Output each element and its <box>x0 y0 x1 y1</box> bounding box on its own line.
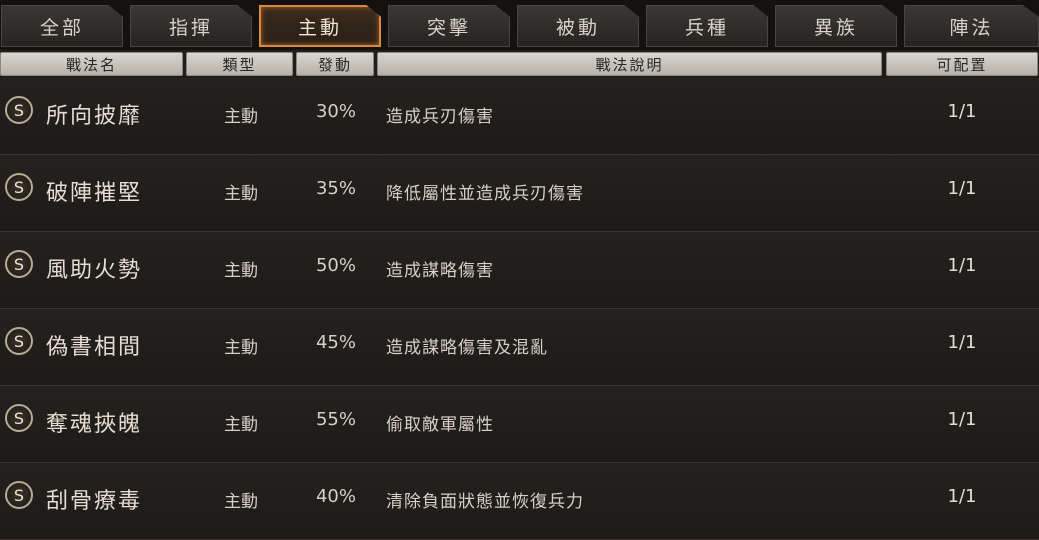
tactic-description: 清除負面狀態並恢復兵力 <box>386 492 584 512</box>
tab-command[interactable]: 指揮 <box>130 5 252 47</box>
tactic-description: 造成謀略傷害 <box>386 261 494 281</box>
tactic-rate: 40% <box>315 486 356 507</box>
header-count[interactable]: 可配置 <box>886 52 1038 76</box>
header-rate[interactable]: 發動 <box>296 52 374 76</box>
grade-s-icon: S <box>5 250 33 278</box>
tactics-list: S 所向披靡 主動 30% 造成兵刃傷害 1/1 S 破陣摧堅 主動 35% 降… <box>0 78 1039 540</box>
tactic-count: 1/1 <box>947 178 977 199</box>
tactic-rate: 50% <box>315 255 356 276</box>
tactic-type: 主動 <box>224 261 258 281</box>
tactic-name: 破陣摧堅 <box>46 181 143 206</box>
table-row[interactable]: S 所向披靡 主動 30% 造成兵刃傷害 1/1 <box>0 78 1039 155</box>
tab-active[interactable]: 主動 <box>259 5 381 47</box>
tactic-name: 所向披靡 <box>46 104 143 129</box>
tactic-type: 主動 <box>224 415 258 435</box>
tactic-description: 降低屬性並造成兵刃傷害 <box>386 184 584 204</box>
tactic-name: 刮骨療毒 <box>46 489 143 514</box>
tactic-description: 造成兵刃傷害 <box>386 107 494 127</box>
table-row[interactable]: S 破陣摧堅 主動 35% 降低屬性並造成兵刃傷害 1/1 <box>0 155 1039 232</box>
grade-s-icon: S <box>5 173 33 201</box>
tactic-count: 1/1 <box>947 332 977 353</box>
table-row[interactable]: S 風助火勢 主動 50% 造成謀略傷害 1/1 <box>0 232 1039 309</box>
tactic-count: 1/1 <box>947 409 977 430</box>
grade-s-icon: S <box>5 327 33 355</box>
tab-formation[interactable]: 陣法 <box>904 5 1039 47</box>
tab-assault[interactable]: 突擊 <box>388 5 510 47</box>
table-row[interactable]: S 刮骨療毒 主動 40% 清除負面狀態並恢復兵力 1/1 <box>0 463 1039 540</box>
tactic-count: 1/1 <box>947 101 977 122</box>
tab-all[interactable]: 全部 <box>1 5 123 47</box>
header-name[interactable]: 戰法名 <box>0 52 183 76</box>
tactic-rate: 45% <box>315 332 356 353</box>
tactic-rate: 35% <box>315 178 356 199</box>
tactic-name: 偽書相間 <box>46 335 143 360</box>
tactic-description: 造成謀略傷害及混亂 <box>386 338 548 358</box>
tactic-name: 奪魂挾魄 <box>46 412 143 437</box>
tab-bar: 全部 指揮 主動 突擊 被動 兵種 異族 陣法 <box>0 0 1039 50</box>
grade-s-icon: S <box>5 96 33 124</box>
tab-passive[interactable]: 被動 <box>517 5 639 47</box>
header-desc[interactable]: 戰法說明 <box>377 52 882 76</box>
tactic-rate: 30% <box>315 101 356 122</box>
tab-foreign[interactable]: 異族 <box>775 5 897 47</box>
table-row[interactable]: S 奪魂挾魄 主動 55% 偷取敵軍屬性 1/1 <box>0 386 1039 463</box>
header-type[interactable]: 類型 <box>186 52 293 76</box>
table-row[interactable]: S 偽書相間 主動 45% 造成謀略傷害及混亂 1/1 <box>0 309 1039 386</box>
grade-s-icon: S <box>5 404 33 432</box>
tactic-rate: 55% <box>315 409 356 430</box>
tactic-count: 1/1 <box>947 486 977 507</box>
tactic-type: 主動 <box>224 107 258 127</box>
tactic-type: 主動 <box>224 338 258 358</box>
tab-troop[interactable]: 兵種 <box>646 5 768 47</box>
tactic-count: 1/1 <box>947 255 977 276</box>
tactic-name: 風助火勢 <box>46 258 143 283</box>
tactic-type: 主動 <box>224 184 258 204</box>
tactic-type: 主動 <box>224 492 258 512</box>
grade-s-icon: S <box>5 481 33 509</box>
table-header: 戰法名 類型 發動 戰法說明 可配置 <box>0 50 1039 78</box>
tactic-description: 偷取敵軍屬性 <box>386 415 494 435</box>
